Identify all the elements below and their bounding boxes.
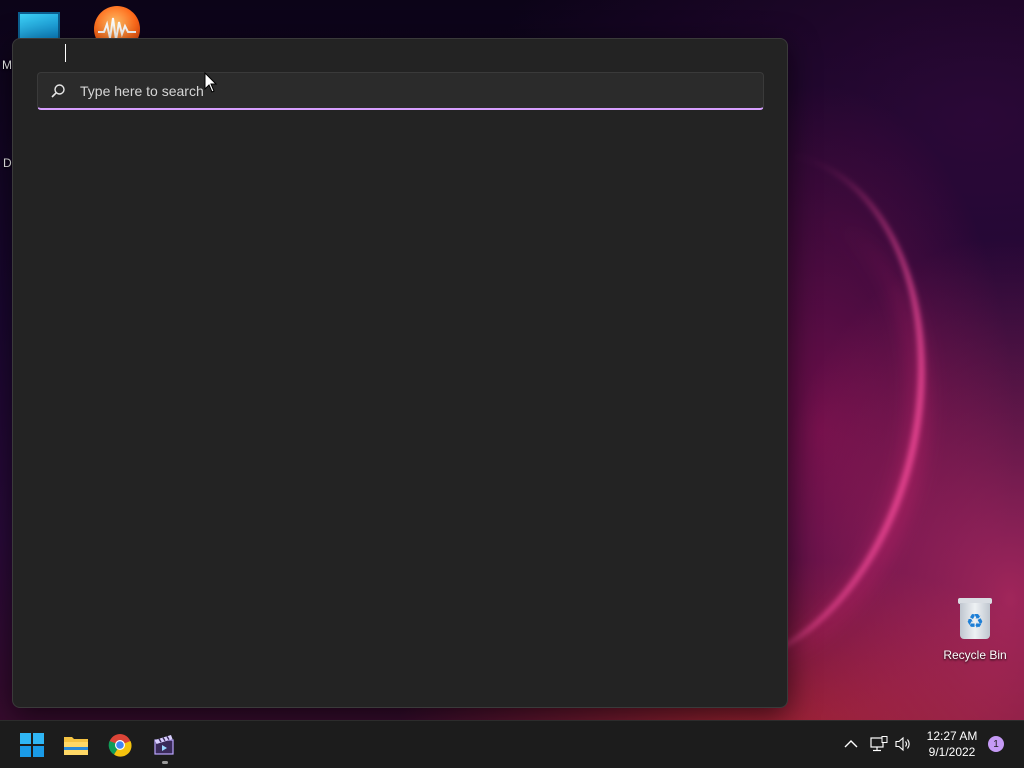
search-panel xyxy=(12,38,788,708)
recycle-bin-label: Recycle Bin xyxy=(943,648,1007,662)
clock-time: 12:27 AM xyxy=(926,729,978,743)
clock-date: 9/1/2022 xyxy=(928,745,976,759)
volume-icon xyxy=(895,736,910,752)
video-editor-button[interactable] xyxy=(144,725,184,765)
show-hidden-icons-button[interactable] xyxy=(842,733,860,755)
network-icon xyxy=(870,736,888,752)
clock-button[interactable]: 12:27 AM 9/1/2022 xyxy=(918,728,986,760)
video-clapper-icon xyxy=(154,735,174,755)
mouse-cursor-icon xyxy=(204,72,218,93)
windows-start-icon xyxy=(20,733,44,757)
search-icon xyxy=(38,83,78,99)
folder-icon xyxy=(64,737,88,755)
search-box[interactable] xyxy=(37,72,764,110)
text-caret xyxy=(65,44,66,62)
notification-badge[interactable]: 1 xyxy=(988,736,1004,752)
search-input[interactable] xyxy=(78,82,763,99)
recycle-bin[interactable]: ♻ Recycle Bin xyxy=(940,596,1010,662)
chrome-button[interactable] xyxy=(100,725,140,765)
running-indicator xyxy=(162,761,168,764)
volume-button[interactable] xyxy=(893,733,915,755)
recycle-bin-icon: ♻ xyxy=(956,596,994,640)
desktop-icon-label: M xyxy=(2,58,12,72)
chrome-icon xyxy=(108,734,132,757)
file-explorer-button[interactable] xyxy=(56,725,96,765)
start-button[interactable] xyxy=(12,725,52,765)
network-button[interactable] xyxy=(868,733,890,755)
chevron-up-icon xyxy=(844,740,858,748)
